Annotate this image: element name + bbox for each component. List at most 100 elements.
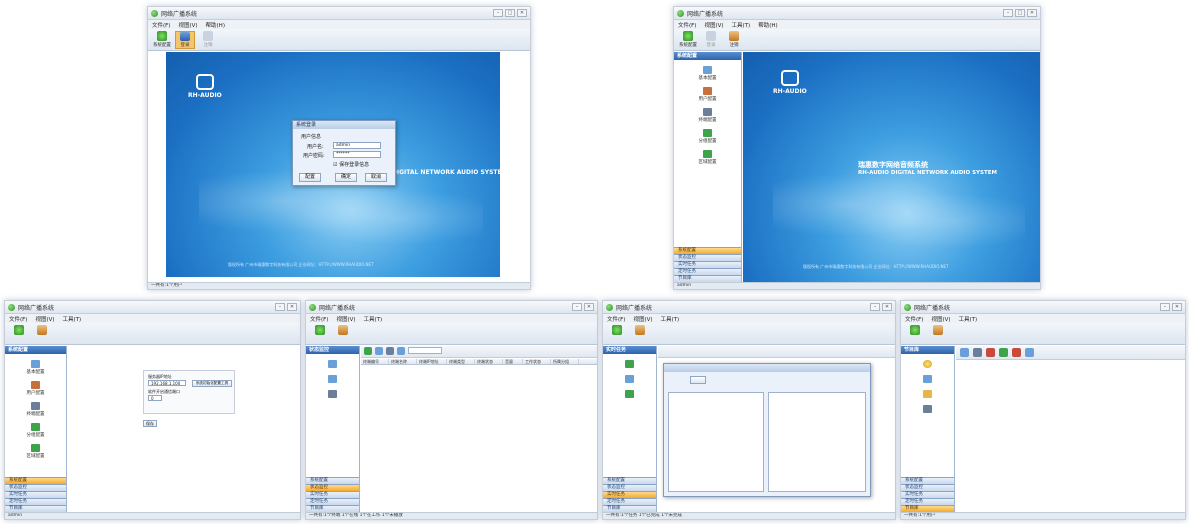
tab-program-library[interactable]: 节目库 [674, 275, 741, 282]
tab-status-monitor[interactable]: 状态监控 [674, 254, 741, 261]
close-button[interactable]: ✕ [584, 303, 594, 311]
tab-system-config[interactable]: 系统配置 [901, 477, 954, 484]
tab-program-library[interactable]: 节目库 [306, 505, 359, 512]
menu-help[interactable]: 帮助(H) [206, 21, 225, 29]
edit-icon[interactable] [973, 348, 982, 357]
col-terminal-type[interactable]: 终端类型 [447, 359, 475, 364]
menu-file[interactable]: 文件(F) [678, 21, 696, 29]
login-button[interactable]: 登录 [175, 31, 195, 49]
tab-status-monitor[interactable]: 状态监控 [603, 484, 656, 491]
tab-system-config[interactable]: 系统配置 [674, 247, 741, 254]
sidebar-item-terminal-status[interactable] [306, 360, 359, 369]
tab-scheduled-task[interactable]: 定时任务 [901, 498, 954, 505]
sidebar-item-program[interactable] [901, 360, 954, 369]
tab-status-monitor[interactable]: 状态监控 [901, 484, 954, 491]
col-terminal-name[interactable]: 终端名称 [389, 359, 417, 364]
login-button[interactable]: 登录 [701, 31, 721, 49]
config-button[interactable]: 配置 [299, 173, 321, 182]
col-terminal-id[interactable]: 终端编号 [361, 359, 389, 364]
col-terminal-ip[interactable]: 终端IP地址 [417, 359, 447, 364]
music-icon[interactable] [999, 348, 1008, 357]
col-terminal-status[interactable]: 终端状态 [475, 359, 503, 364]
tab-scheduled-task[interactable]: 定时任务 [5, 498, 66, 505]
tab-system-config[interactable]: 系统配置 [603, 477, 656, 484]
minimize-button[interactable]: – [493, 9, 503, 17]
sidebar-item-terminal-list[interactable] [306, 375, 359, 384]
logout-button[interactable] [630, 325, 650, 343]
sidebar-item-basic[interactable]: 基本配置 [5, 360, 66, 375]
menu-tools[interactable]: 工具(T) [959, 315, 978, 323]
tab-realtime-task[interactable]: 实时任务 [306, 491, 359, 498]
port-input[interactable]: 0 [148, 395, 162, 401]
password-input[interactable]: ****** [333, 151, 381, 158]
server-ip-input[interactable]: 192.168.1.100 [148, 380, 186, 386]
menu-view[interactable]: 视图(V) [178, 21, 197, 29]
tab-program-library[interactable]: 节目库 [901, 505, 954, 512]
sidebar-item-realtime[interactable] [603, 360, 656, 369]
sidebar-item-file[interactable] [603, 390, 656, 399]
menu-tools[interactable]: 工具(T) [364, 315, 383, 323]
menu-view[interactable]: 视图(V) [336, 315, 355, 323]
tab-status-monitor[interactable]: 状态监控 [5, 484, 66, 491]
speaker-icon[interactable] [375, 347, 383, 355]
col-work-status[interactable]: 工作状态 [523, 359, 551, 364]
task-dialog-button[interactable] [690, 376, 706, 384]
minimize-button[interactable]: – [1160, 303, 1170, 311]
menu-file[interactable]: 文件(F) [152, 21, 170, 29]
system-manage-button[interactable] [905, 325, 925, 343]
menu-file[interactable]: 文件(F) [9, 315, 27, 323]
filter-select[interactable] [408, 347, 442, 354]
logout-button[interactable]: 注销 [724, 31, 744, 49]
tab-system-config[interactable]: 系统配置 [5, 477, 66, 484]
menu-help[interactable]: 帮助(H) [758, 21, 777, 29]
remember-login-checkbox[interactable]: ☑ 保存登录信息 [333, 161, 369, 168]
tab-realtime-task[interactable]: 实时任务 [674, 261, 741, 268]
tab-scheduled-task[interactable]: 定时任务 [603, 498, 656, 505]
sidebar-item-area[interactable]: 区域配置 [674, 150, 741, 165]
menu-view[interactable]: 视图(V) [931, 315, 950, 323]
menu-view[interactable]: 视图(V) [35, 315, 54, 323]
tab-status-monitor[interactable]: 状态监控 [306, 484, 359, 491]
system-manage-button[interactable] [310, 325, 330, 343]
tab-realtime-task[interactable]: 实时任务 [5, 491, 66, 498]
sidebar-item-playlist[interactable] [901, 375, 954, 384]
minimize-button[interactable]: – [572, 303, 582, 311]
ok-button[interactable]: 确定 [335, 173, 357, 182]
close-button[interactable]: ✕ [517, 9, 527, 17]
minimize-button[interactable]: – [275, 303, 285, 311]
system-manage-button[interactable] [9, 325, 29, 343]
sidebar-item-basic[interactable]: 基本配置 [674, 66, 741, 81]
init-config-tool-button[interactable]: 系统初始化配置工具 [192, 380, 232, 387]
minimize-button[interactable]: – [870, 303, 880, 311]
sidebar-item-group[interactable]: 分组配置 [674, 129, 741, 144]
sidebar-item-edit[interactable] [901, 405, 954, 414]
menu-file[interactable]: 文件(F) [310, 315, 328, 323]
close-button[interactable]: ✕ [287, 303, 297, 311]
tab-system-config[interactable]: 系统配置 [306, 477, 359, 484]
logout-button[interactable] [928, 325, 948, 343]
system-manage-button[interactable] [607, 325, 627, 343]
tab-realtime-task[interactable]: 实时任务 [901, 491, 954, 498]
col-group[interactable]: 所属分组 [551, 359, 579, 364]
play-icon[interactable] [1025, 348, 1034, 357]
col-volume[interactable]: 音量 [503, 359, 523, 364]
save-button[interactable]: 保存 [143, 420, 157, 427]
menu-view[interactable]: 视图(V) [704, 21, 723, 29]
sidebar-item-folder[interactable] [901, 390, 954, 399]
sidebar-item-terminal[interactable]: 终端配置 [674, 108, 741, 123]
menu-tools[interactable]: 工具(T) [661, 315, 680, 323]
sidebar-item-terminal[interactable] [603, 375, 656, 384]
add-icon[interactable] [960, 348, 969, 357]
tab-program-library[interactable]: 节目库 [5, 505, 66, 512]
sidebar-item-group[interactable]: 分组配置 [5, 423, 66, 438]
sidebar-item-terminal[interactable]: 终端配置 [5, 402, 66, 417]
logout-button[interactable] [333, 325, 353, 343]
logout-button[interactable] [32, 325, 52, 343]
maximize-button[interactable]: □ [505, 9, 515, 17]
sidebar-item-area[interactable]: 区域配置 [5, 444, 66, 459]
play-icon[interactable] [397, 347, 405, 355]
close-button[interactable]: ✕ [882, 303, 892, 311]
maximize-button[interactable]: □ [1015, 9, 1025, 17]
menu-file[interactable]: 文件(F) [905, 315, 923, 323]
sidebar-item-log[interactable] [306, 390, 359, 399]
